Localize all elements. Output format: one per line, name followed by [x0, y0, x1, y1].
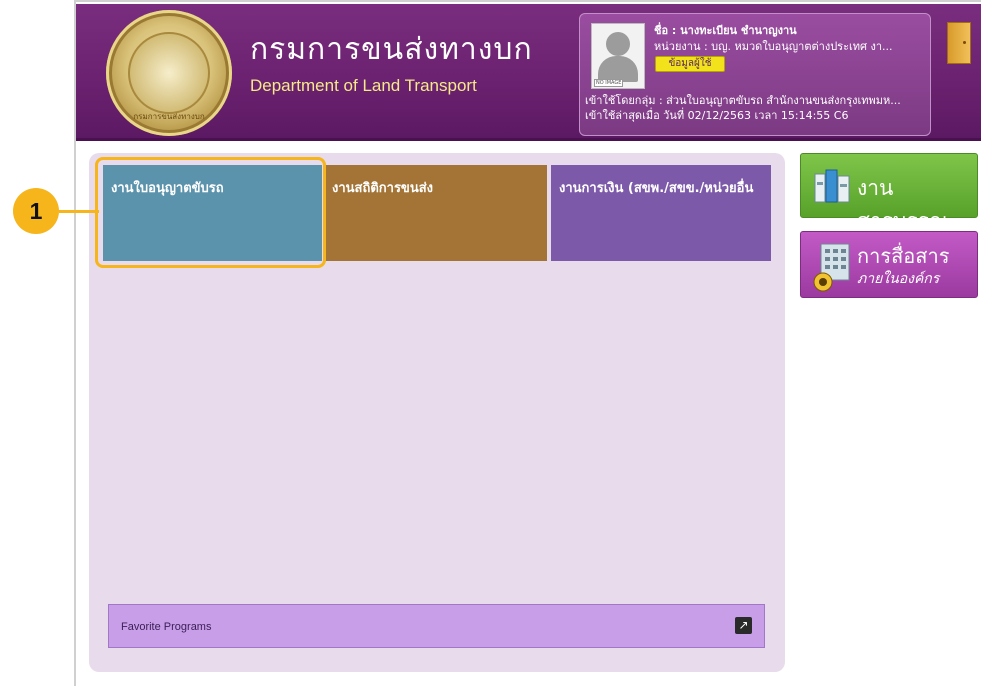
brand-english-name: Department of Land Transport	[250, 76, 477, 95]
favorite-programs-bar[interactable]: Favorite Programs ↗	[108, 604, 765, 648]
user-last-login: เข้าใช้ล่าสุดเมื่อ วันที่ 02/12/2563 เวล…	[585, 109, 849, 122]
tile-finance[interactable]: งานการเงิน (สขพ./สขข./หน่วยอื่น	[551, 165, 771, 261]
saraban-button[interactable]: งานสารบรรณ	[800, 153, 978, 233]
no-image-label: NO IMAGE	[594, 79, 624, 87]
communication-sublabel: ภายในองค์กร	[857, 270, 940, 286]
user-profile-button[interactable]: ข้อมูลผู้ใช้	[655, 56, 725, 72]
user-unit: หน่วยงาน : บญ. หมวดใบอนุญาตต่างประเทศ งา…	[654, 40, 893, 53]
tile-transport-statistics[interactable]: งานสถิติการขนส่ง	[324, 165, 547, 261]
step-callout-badge: 1	[13, 188, 59, 234]
dlt-seal-logo: กรมการขนส่งทางบก	[106, 10, 232, 136]
logout-door-icon[interactable]	[947, 22, 971, 64]
avatar-head-icon	[606, 32, 630, 56]
avatar: NO IMAGE	[591, 23, 645, 89]
communication-button[interactable]: การสื่อสาร ภายในองค์กร	[800, 231, 978, 298]
saraban-label: งานสารบรรณ	[857, 177, 949, 233]
building-speaker-icon	[813, 243, 850, 292]
books-icon	[814, 169, 850, 203]
seal-text: กรมการขนส่งทางบก	[133, 112, 205, 121]
tile-highlight-outline	[95, 157, 326, 268]
tile-transport-statistics-label: งานสถิติการขนส่ง	[332, 181, 433, 196]
brand-thai-name: กรมการขนส่งทางบก	[250, 33, 533, 66]
tile-finance-label: งานการเงิน (สขพ./สขข./หน่วยอื่น	[559, 181, 754, 196]
external-link-icon[interactable]: ↗	[735, 617, 752, 634]
seal-emblem	[128, 32, 210, 114]
callout-connector	[59, 210, 99, 213]
user-info-box: NO IMAGE ชื่อ : นางทะเบียน ชำนาญงาน หน่ว…	[579, 13, 931, 136]
favorite-programs-label: Favorite Programs	[121, 621, 212, 633]
